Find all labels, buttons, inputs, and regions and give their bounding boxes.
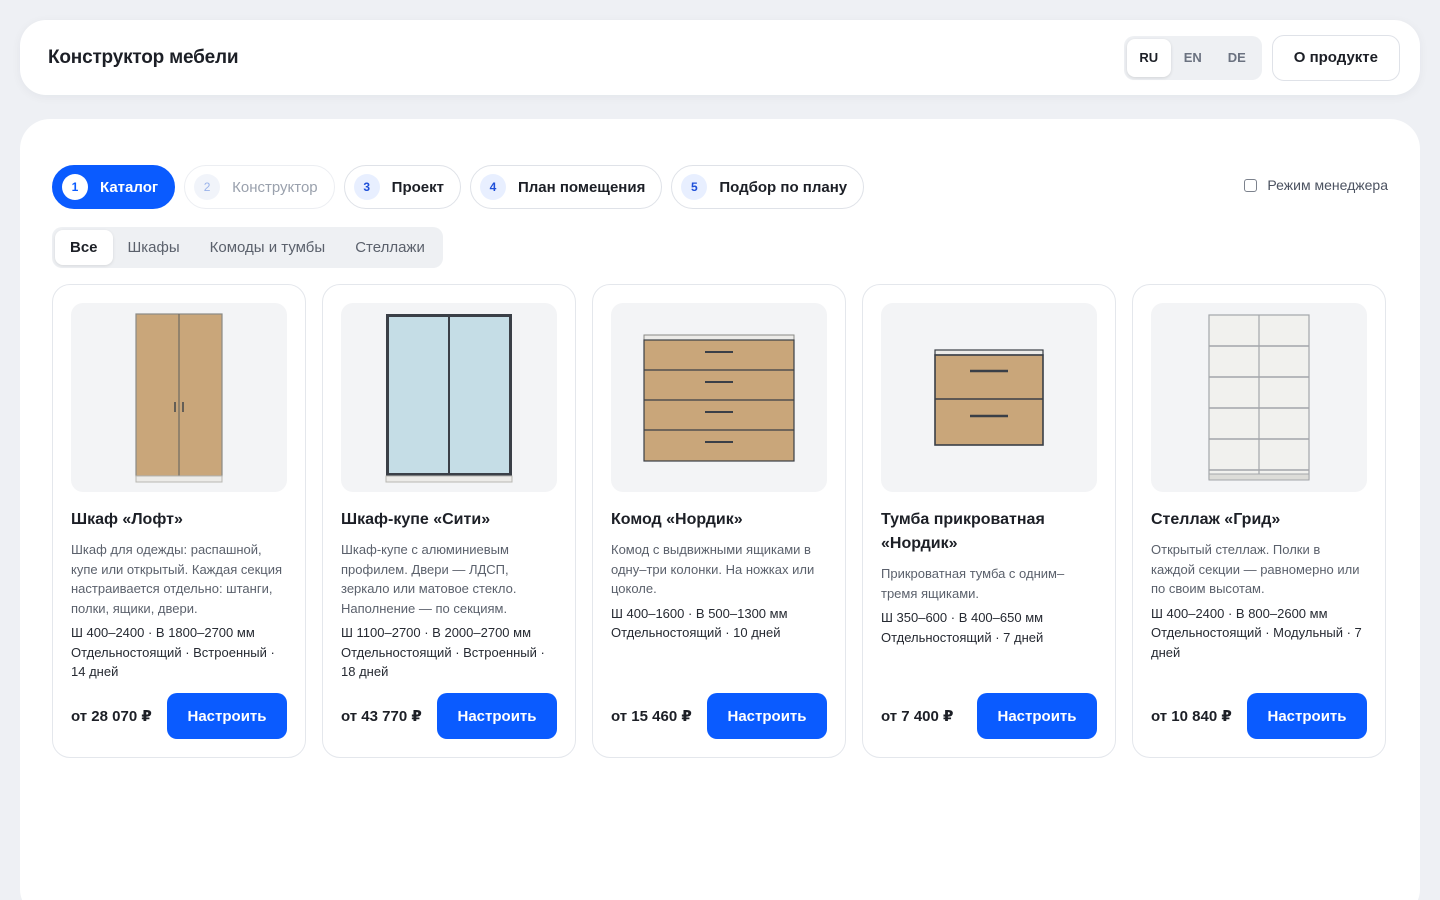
product-title: Комод «Нордик» <box>611 511 743 528</box>
product-price: от 15 460 ₽ <box>611 708 692 725</box>
category-filter: Все Шкафы Комоды и тумбы Стеллажи <box>52 227 443 268</box>
main-panel: 1 Каталог 2 Конструктор 3 Проект 4 План … <box>20 119 1420 900</box>
product-footer: от 10 840 ₽ Настроить <box>1151 693 1367 739</box>
product-image <box>1151 303 1367 492</box>
step-plan-selection[interactable]: 5 Подбор по плану <box>671 165 865 209</box>
step-project[interactable]: 3 Проект <box>343 165 461 209</box>
lang-ru-button[interactable]: RU <box>1126 38 1171 77</box>
configure-button[interactable]: Настроить <box>707 693 827 739</box>
configure-button[interactable]: Настроить <box>1247 693 1367 739</box>
product-card: Комод «Нордик» Комод с выдвижными ящикам… <box>592 284 846 758</box>
product-title: Шкаф-купе «Сити» <box>341 511 491 528</box>
product-meta: Отдельностоящий · 7 дней <box>881 629 1044 645</box>
product-image <box>881 303 1097 492</box>
lang-de-button[interactable]: DE <box>1215 39 1259 77</box>
step-label: Подбор по плану <box>719 178 848 196</box>
language-switcher: RU EN DE <box>1123 35 1262 80</box>
sliding-wardrobe-icon <box>385 313 513 482</box>
product-image <box>611 303 827 492</box>
manager-mode-checkbox[interactable] <box>1244 178 1258 192</box>
step-room-plan[interactable]: 4 План помещения <box>469 165 663 209</box>
app-header: Конструктор мебели RU EN DE О продукте <box>20 20 1420 95</box>
step-label: План помещения <box>517 178 646 196</box>
product-meta: Отдельностоящий · Встроенный · 18 дней <box>341 644 545 680</box>
filter-tab-shelving[interactable]: Стеллажи <box>340 230 440 265</box>
product-card: Шкаф «Лофт» Шкаф для одежды: распашной, … <box>52 284 306 758</box>
wardrobe-icon <box>135 312 223 482</box>
configure-button[interactable]: Настроить <box>167 693 287 739</box>
product-description: Шкаф для одежды: распашной, купе или отк… <box>71 542 283 616</box>
header-actions: RU EN DE О продукте <box>1123 34 1400 81</box>
product-footer: от 7 400 ₽ Настроить <box>881 693 1097 739</box>
step-number: 4 <box>479 174 506 200</box>
filter-tab-wardrobes[interactable]: Шкафы <box>113 230 195 265</box>
configure-button[interactable]: Настроить <box>437 693 557 739</box>
product-meta: Отдельностоящий · 10 дней <box>611 625 781 640</box>
product-title: Стеллаж «Грид» <box>1151 511 1281 528</box>
step-constructor[interactable]: 2 Конструктор <box>184 165 335 209</box>
product-price: от 7 400 ₽ <box>881 708 954 725</box>
product-price: от 28 070 ₽ <box>71 708 152 725</box>
wizard-steps: 1 Каталог 2 Конструктор 3 Проект 4 План … <box>52 165 865 209</box>
product-title: Тумба прикроватная «Нордик» <box>881 511 1045 552</box>
step-catalog[interactable]: 1 Каталог <box>52 165 176 209</box>
product-footer: от 15 460 ₽ Настроить <box>611 693 827 739</box>
manager-mode-toggle[interactable]: Режим менеджера <box>1244 177 1388 193</box>
nightstand-icon <box>934 348 1044 446</box>
product-dimensions: Ш 400–2400 · В 1800–2700 мм <box>71 625 255 640</box>
about-product-button[interactable]: О продукте <box>1271 34 1400 81</box>
product-card: Стеллаж «Грид» Открытый стеллаж. Полки в… <box>1132 284 1386 758</box>
product-image <box>341 303 557 492</box>
product-description: Прикроватная тумба с одним–тремя ящиками… <box>881 566 1065 601</box>
product-dimensions: Ш 400–2400 · В 800–2600 мм <box>1151 605 1328 621</box>
product-description: Открытый стеллаж. Полки в каждой секции … <box>1151 542 1360 596</box>
step-number: 1 <box>62 174 88 200</box>
product-footer: от 28 070 ₽ Настроить <box>71 693 287 739</box>
product-dimensions: Ш 400–1600 · В 500–1300 мм <box>611 605 788 621</box>
product-meta: Отдельностоящий · Встроенный · 14 дней <box>71 644 275 680</box>
product-price: от 10 840 ₽ <box>1151 708 1232 725</box>
step-number: 3 <box>353 174 380 200</box>
product-meta: Отдельностоящий · Модульный · 7 дней <box>1151 625 1362 660</box>
product-dimensions: Ш 1100–2700 · В 2000–2700 мм <box>341 625 532 640</box>
filter-tab-all[interactable]: Все <box>55 230 113 265</box>
lang-en-button[interactable]: EN <box>1171 39 1215 77</box>
filter-tab-dressers[interactable]: Комоды и тумбы <box>195 230 341 265</box>
product-description: Комод с выдвижными ящиками в одну–три ко… <box>611 542 815 596</box>
dresser-icon <box>643 334 795 462</box>
shelving-icon <box>1208 313 1310 480</box>
step-number: 2 <box>194 174 221 200</box>
product-image <box>71 303 287 492</box>
step-label: Конструктор <box>232 178 318 196</box>
product-footer: от 43 770 ₽ Настроить <box>341 693 557 739</box>
step-label: Каталог <box>100 178 159 196</box>
manager-mode-label: Режим менеджера <box>1267 177 1388 193</box>
product-card: Тумба прикроватная «Нордик» Прикроватная… <box>862 284 1116 758</box>
product-price: от 43 770 ₽ <box>341 708 422 725</box>
step-label: Проект <box>391 178 444 196</box>
product-card: Шкаф-купе «Сити» Шкаф-купе с алюминиевым… <box>322 284 576 758</box>
product-description: Шкаф-купе с алюминиевым профилем. Двери … <box>341 542 517 616</box>
configure-button[interactable]: Настроить <box>977 693 1097 739</box>
product-dimensions: Ш 350–600 · В 400–650 мм <box>881 610 1044 625</box>
step-number: 5 <box>681 174 708 200</box>
app-title: Конструктор мебели <box>48 46 239 68</box>
product-title: Шкаф «Лофт» <box>71 511 183 528</box>
product-grid: Шкаф «Лофт» Шкаф для одежды: распашной, … <box>52 284 1386 758</box>
